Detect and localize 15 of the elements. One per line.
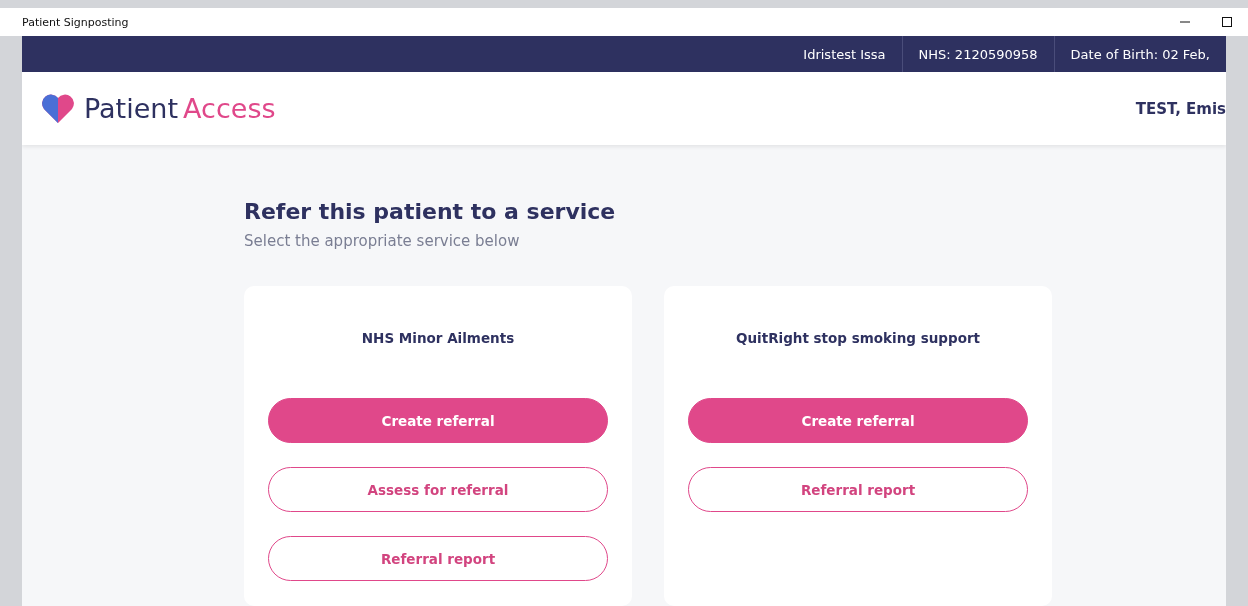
window-title: Patient Signposting — [22, 15, 130, 29]
page-title: Refer this patient to a service — [244, 199, 617, 224]
create-referral-button[interactable]: Create referral — [268, 398, 608, 443]
service-name: NHS Minor Ailments — [360, 330, 516, 346]
page-subtitle: Select the appropriate service below — [244, 232, 521, 250]
referral-button[interactable]: Referral report — [688, 467, 1028, 512]
patient-info: Idristest Issa — [802, 45, 887, 64]
heart-logo-icon — [40, 92, 76, 125]
logo-text: Patient Access — [84, 93, 276, 124]
referral-button[interactable]: Assess for referral — [268, 467, 608, 512]
service-name: QuitRight stop smoking support — [734, 330, 982, 346]
maximize-icon[interactable] — [1220, 15, 1234, 29]
referral-button[interactable]: Referral report — [268, 536, 608, 581]
create-referral-button[interactable]: Create referral — [688, 398, 1028, 443]
user-name[interactable]: TEST, Emis — [1135, 99, 1226, 118]
